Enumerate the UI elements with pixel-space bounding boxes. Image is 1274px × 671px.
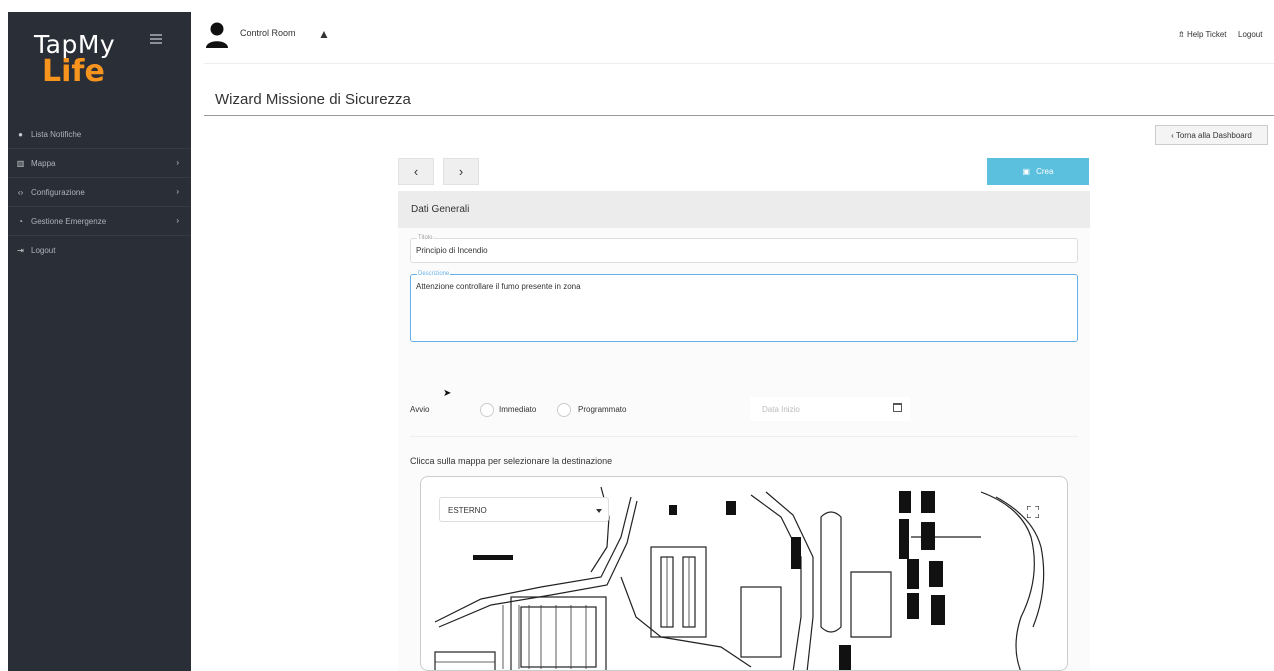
header-title: Control Room [240, 28, 296, 38]
description-field[interactable]: Descrizione Attenzione controllare il fu… [410, 271, 1078, 342]
start-row-divider [410, 436, 1078, 437]
sidebar-item-map[interactable]: ▥ Mappa › [8, 149, 191, 178]
menu-toggle-icon[interactable] [150, 34, 162, 44]
help-ticket-link[interactable]: ⇯ Help Ticket [1178, 30, 1227, 39]
title-field-legend: Titolo [417, 235, 434, 241]
gauge-icon: ◔ [18, 216, 23, 226]
title-field-value: Principio di Incendio [416, 246, 488, 255]
chevron-right-icon: › [176, 216, 179, 225]
radio-immediate[interactable] [480, 403, 494, 417]
chevron-left-icon: ‹ [1171, 130, 1174, 140]
upload-icon: ⇯ [1178, 30, 1185, 39]
sidebar-item-logout[interactable]: ⇥ Logout [8, 236, 191, 265]
back-button-label: Torna alla Dashboard [1175, 130, 1252, 140]
sidebar-item-label: Gestione Emergenze [31, 216, 107, 226]
map-level-value: ESTERNO [448, 506, 487, 515]
bell-icon: ● [18, 129, 23, 139]
sidebar-item-emergencies[interactable]: ◔ Gestione Emergenze › [8, 207, 191, 236]
title-field[interactable]: Titolo Principio di Incendio [410, 235, 1078, 263]
help-ticket-label: Help Ticket [1186, 30, 1227, 39]
back-to-dashboard-button[interactable]: ‹ Torna alla Dashboard [1155, 125, 1268, 145]
header-divider [204, 63, 1274, 64]
description-field-legend: Descrizione [417, 271, 451, 277]
user-icon[interactable] [205, 22, 229, 48]
sidebar-item-notifications[interactable]: ● Lista Notifiche [8, 120, 191, 149]
sidebar: TapMy Life ● Lista Notifiche ▥ Mappa › ‹… [8, 12, 191, 671]
sidebar-item-label: Configurazione [31, 187, 85, 197]
calendar-icon[interactable] [893, 403, 902, 412]
warning-icon[interactable]: ▲ [318, 27, 330, 41]
radio-scheduled[interactable] [557, 403, 571, 417]
logout-link[interactable]: Logout [1238, 30, 1262, 39]
sidebar-item-configuration[interactable]: ‹› Configurazione › [8, 178, 191, 207]
map-icon: ▥ [16, 158, 25, 168]
site-map[interactable]: ESTERNO [420, 476, 1068, 671]
sidebar-item-label: Logout [31, 246, 56, 255]
wizard-next-button[interactable]: › [443, 158, 479, 185]
radio-immediate-label: Immediato [499, 405, 537, 414]
code-icon: ‹› [17, 187, 24, 197]
radio-scheduled-label: Programmato [578, 405, 627, 414]
sidebar-item-label: Mappa [31, 158, 56, 168]
logo-text-bottom: Life [42, 54, 105, 89]
save-icon: ▣ [1022, 167, 1031, 176]
map-caption: Clicca sulla mappa per selezionare la de… [410, 456, 613, 466]
mouse-cursor-icon: ➤ [443, 388, 452, 399]
wizard-prev-button[interactable]: ‹ [398, 158, 434, 185]
fullscreen-icon[interactable] [1027, 506, 1039, 518]
start-date-input[interactable]: Data Inizio [750, 397, 910, 421]
sidebar-item-label: Lista Notifiche [31, 129, 82, 139]
sidebar-nav: ● Lista Notifiche ▥ Mappa › ‹› Configura… [8, 120, 191, 265]
create-button-label: Crea [1036, 167, 1054, 176]
chevron-right-icon: › [176, 187, 179, 196]
panel-title: Dati Generali [398, 191, 1090, 228]
caret-down-icon [596, 509, 602, 513]
logout-icon: ⇥ [17, 246, 24, 255]
general-data-panel: Dati Generali Titolo Principio di Incend… [398, 191, 1090, 671]
app-logo[interactable]: TapMy Life [34, 26, 124, 96]
wizard: ‹ › ▣ Crea Dati Generali Titolo Principi… [398, 155, 1090, 671]
chevron-right-icon: › [176, 158, 179, 167]
page-title: Wizard Missione di Sicurezza [215, 91, 411, 108]
map-level-select[interactable]: ESTERNO [439, 497, 609, 522]
description-field-value: Attenzione controllare il fumo presente … [416, 282, 581, 291]
create-button[interactable]: ▣ Crea [987, 158, 1089, 185]
start-label: Avvio [410, 405, 430, 414]
title-divider [204, 115, 1274, 116]
start-date-placeholder: Data Inizio [762, 405, 800, 414]
